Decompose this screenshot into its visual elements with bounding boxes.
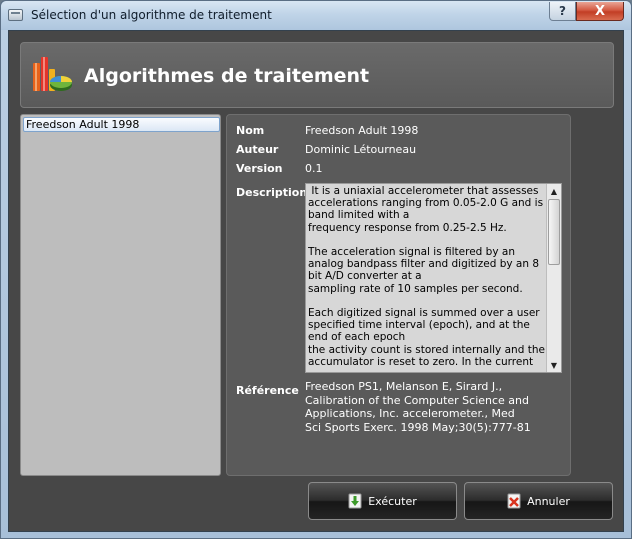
description-text: It is a uniaxial accelerometer that asse… [308, 185, 545, 368]
scroll-thumb[interactable] [548, 199, 560, 265]
algorithm-list[interactable]: Freedson Adult 1998 [20, 114, 221, 476]
description-label: Description [236, 186, 308, 199]
chart-icon [33, 57, 72, 91]
window-title: Sélection d'un algorithme de traitement [31, 8, 272, 22]
name-label: Nom [236, 124, 265, 137]
reference-label: Référence [236, 384, 299, 397]
execute-button-label: Exécuter [368, 494, 417, 508]
close-button[interactable]: X [576, 2, 624, 21]
details-panel: Nom Freedson Adult 1998 Auteur Dominic L… [226, 114, 571, 476]
scroll-down-icon[interactable]: ▼ [547, 358, 561, 372]
description-textarea[interactable]: It is a uniaxial accelerometer that asse… [305, 183, 562, 373]
version-value: 0.1 [305, 162, 323, 175]
version-label: Version [236, 162, 283, 175]
name-value: Freedson Adult 1998 [305, 124, 419, 137]
page-title: Algorithmes de traitement [84, 65, 370, 87]
author-value: Dominic Létourneau [305, 143, 417, 156]
description-scrollbar[interactable]: ▲ ▼ [546, 184, 561, 372]
dialog-window: Sélection d'un algorithme de traitement … [0, 0, 632, 539]
download-arrow-icon [348, 493, 362, 509]
help-button[interactable]: ? [549, 2, 576, 21]
dialog-body: Algorithmes de traitement Freedson Adult… [8, 30, 624, 532]
cancel-document-icon [507, 493, 521, 509]
title-bar[interactable]: Sélection d'un algorithme de traitement … [1, 1, 631, 30]
reference-value: Freedson PS1, Melanson E, Sirard J., Cal… [305, 380, 531, 434]
header-panel: Algorithmes de traitement [20, 42, 614, 108]
cancel-button[interactable]: Annuler [464, 482, 613, 520]
scroll-up-icon[interactable]: ▲ [547, 184, 561, 198]
author-label: Auteur [236, 143, 279, 156]
cancel-button-label: Annuler [527, 494, 570, 508]
list-item[interactable]: Freedson Adult 1998 [23, 117, 220, 132]
window-icon [8, 9, 23, 21]
execute-button[interactable]: Exécuter [308, 482, 457, 520]
